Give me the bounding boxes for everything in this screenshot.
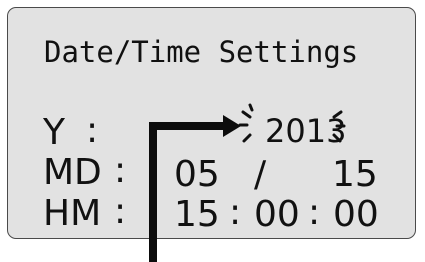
arrow-pointer-icon [149, 115, 241, 262]
blink-marks-icon [238, 103, 346, 143]
